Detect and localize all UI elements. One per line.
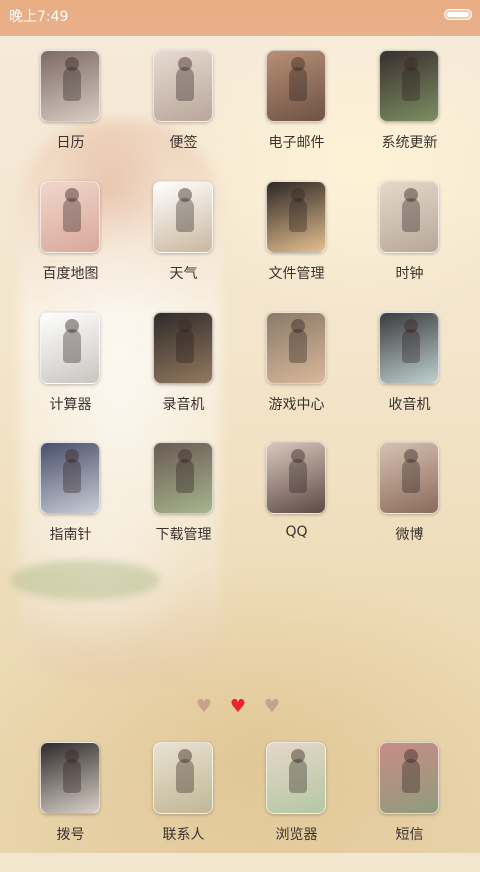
sms-icon[interactable]	[379, 742, 439, 814]
contacts-icon[interactable]	[153, 742, 213, 814]
photo-subject-body	[402, 329, 420, 363]
weibo-label: 微博	[395, 527, 424, 543]
calculator-label: 计算器	[49, 397, 92, 413]
photo-subject-body	[176, 198, 194, 232]
recorder-label: 录音机	[162, 397, 205, 413]
baidu-map-icon[interactable]	[40, 181, 100, 253]
compass-label: 指南针	[49, 527, 92, 543]
game-center-label: 游戏中心	[268, 397, 325, 413]
page-dot-active-heart-icon[interactable]: ♥	[229, 698, 247, 716]
page-dot-heart-icon[interactable]: ♥	[263, 698, 281, 716]
photo-subject-body	[289, 759, 307, 793]
weibo-icon[interactable]	[379, 442, 439, 514]
app-clock[interactable]: 时钟	[353, 181, 466, 311]
app-radio[interactable]: 收音机	[353, 312, 466, 442]
recorder-icon[interactable]	[153, 312, 213, 384]
file-manager-icon[interactable]	[266, 181, 326, 253]
page-dot-heart-icon[interactable]: ♥	[195, 698, 213, 716]
app-game-center[interactable]: 游戏中心	[240, 312, 353, 442]
weather-icon[interactable]	[153, 181, 213, 253]
photo-subject-body	[63, 329, 81, 363]
app-baidu-map[interactable]: 百度地图	[14, 181, 127, 311]
photo-subject-body	[176, 459, 194, 493]
calendar-label: 日历	[56, 135, 85, 151]
app-calculator[interactable]: 计算器	[14, 312, 127, 442]
file-manager-label: 文件管理	[268, 266, 325, 282]
photo-subject-body	[402, 459, 420, 493]
sms-label: 短信	[395, 827, 424, 843]
app-download-manager[interactable]: 下载管理	[127, 442, 240, 572]
photo-subject-body	[402, 198, 420, 232]
photo-subject-body	[63, 198, 81, 232]
app-file-manager[interactable]: 文件管理	[240, 181, 353, 311]
status-time: 晚上7:49	[9, 9, 69, 25]
app-weather[interactable]: 天气	[127, 181, 240, 311]
system-update-label: 系统更新	[381, 135, 438, 151]
app-calendar[interactable]: 日历	[14, 50, 127, 180]
photo-subject-body	[176, 329, 194, 363]
email-label: 电子邮件	[268, 135, 325, 151]
qq-icon[interactable]	[266, 442, 326, 514]
browser-label: 浏览器	[275, 827, 318, 843]
app-qq[interactable]: QQ	[240, 442, 353, 572]
battery-level	[447, 12, 469, 17]
download-manager-icon[interactable]	[153, 442, 213, 514]
photo-subject-body	[63, 67, 81, 101]
download-manager-label: 下载管理	[155, 527, 212, 543]
app-email[interactable]: 电子邮件	[240, 50, 353, 180]
contacts-label: 联系人	[162, 827, 205, 843]
photo-subject-body	[289, 198, 307, 232]
calculator-icon[interactable]	[40, 312, 100, 384]
dialer-label: 拨号	[56, 827, 85, 843]
system-update-icon[interactable]	[379, 50, 439, 122]
compass-icon[interactable]	[40, 442, 100, 514]
radio-label: 收音机	[388, 397, 431, 413]
photo-subject-body	[63, 759, 81, 793]
app-compass[interactable]: 指南针	[14, 442, 127, 572]
photo-subject-body	[176, 759, 194, 793]
browser-icon[interactable]	[266, 742, 326, 814]
dialer-icon[interactable]	[40, 742, 100, 814]
photo-subject-body	[176, 67, 194, 101]
radio-icon[interactable]	[379, 312, 439, 384]
photo-subject-body	[289, 459, 307, 493]
battery-icon	[444, 9, 472, 20]
photo-subject-body	[289, 329, 307, 363]
status-bar: 晚上7:49	[0, 0, 480, 36]
baidu-map-label: 百度地图	[42, 266, 99, 282]
qq-label: QQ	[285, 524, 308, 540]
app-notes[interactable]: 便签	[127, 50, 240, 180]
photo-subject-body	[402, 67, 420, 101]
photo-subject-body	[63, 459, 81, 493]
app-weibo[interactable]: 微博	[353, 442, 466, 572]
page-indicator: ♥ ♥ ♥	[195, 698, 285, 718]
notes-icon[interactable]	[153, 50, 213, 122]
notes-label: 便签	[169, 135, 198, 151]
game-center-icon[interactable]	[266, 312, 326, 384]
photo-subject-body	[402, 759, 420, 793]
email-icon[interactable]	[266, 50, 326, 122]
calendar-icon[interactable]	[40, 50, 100, 122]
photo-subject-body	[289, 67, 307, 101]
clock-label: 时钟	[395, 266, 424, 282]
weather-label: 天气	[169, 266, 198, 282]
app-system-update[interactable]: 系统更新	[353, 50, 466, 180]
clock-icon[interactable]	[379, 181, 439, 253]
app-recorder[interactable]: 录音机	[127, 312, 240, 442]
